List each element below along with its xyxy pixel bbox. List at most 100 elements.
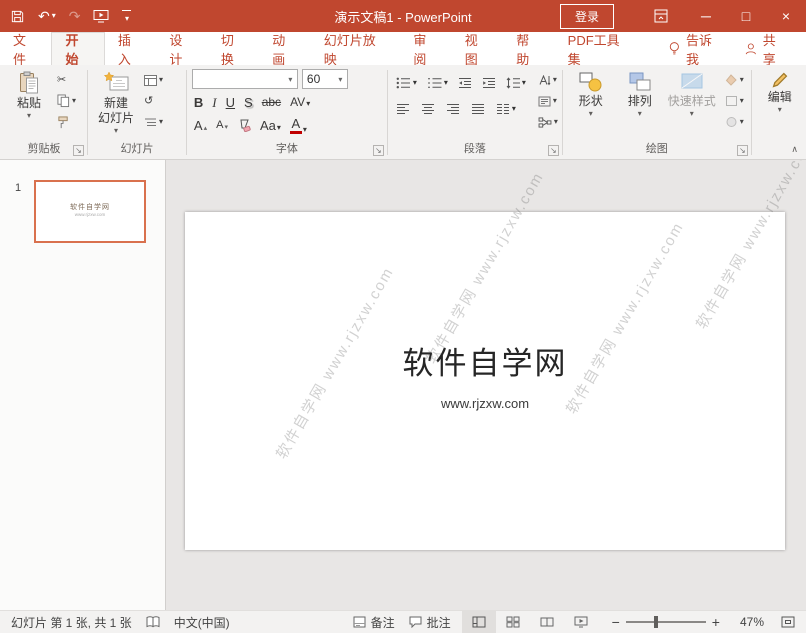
collapse-ribbon-button[interactable]: ∧ — [791, 144, 798, 155]
slide-sorter-view-button[interactable] — [496, 611, 530, 633]
decrease-font-size-button[interactable]: A ▾ — [216, 119, 228, 131]
tell-me-button[interactable]: 告诉我 — [658, 32, 734, 67]
caret-down-icon[interactable]: ▾ — [284, 75, 297, 84]
slide-counter[interactable]: 幻灯片 第 1 张, 共 1 张 — [4, 611, 139, 633]
slide-subtitle-text[interactable]: www.rjzxw.com — [185, 396, 785, 411]
align-center-button[interactable] — [418, 103, 438, 115]
shapes-icon — [579, 72, 602, 92]
tab-design[interactable]: 设计 — [156, 32, 207, 67]
text-shadow-button[interactable]: S — [244, 96, 253, 109]
minimize-button[interactable]: ─ — [686, 0, 726, 32]
font-name-select[interactable]: ▾ — [191, 69, 298, 89]
shapes-button[interactable]: 形状 ▾ — [568, 69, 614, 142]
tab-insert[interactable]: 插入 — [105, 32, 156, 67]
slide-title-text[interactable]: 软件自学网 — [185, 338, 785, 383]
decrease-indent-button[interactable] — [455, 77, 475, 89]
numbering-button[interactable]: ▾ — [424, 77, 451, 89]
align-text-button[interactable]: ▾ — [536, 93, 560, 109]
undo-button[interactable]: ↶ ▾ — [38, 9, 56, 23]
text-direction-button[interactable]: ▾ — [536, 72, 560, 88]
customize-quick-access-toolbar-button[interactable]: ▾ — [122, 9, 132, 23]
change-case-button[interactable]: Aa ▾ — [260, 119, 281, 132]
spell-check-button[interactable] — [139, 611, 167, 633]
tab-review[interactable]: 审阅 — [400, 32, 451, 67]
paste-button[interactable]: 粘贴 ▾ — [6, 69, 52, 142]
zoom-out-button[interactable]: − — [606, 614, 626, 630]
smartart-icon — [538, 116, 552, 128]
notes-button[interactable]: 备注 — [346, 611, 402, 633]
slide-1-thumbnail[interactable]: 软件自学网 www.rjzxw.com — [34, 180, 146, 243]
character-spacing-button[interactable]: AV ▾ — [290, 96, 310, 108]
align-left-button[interactable] — [393, 103, 413, 115]
slideshow-view-button[interactable] — [564, 611, 598, 633]
slide-layout-button[interactable]: ▾ — [142, 72, 165, 88]
clipboard-dialog-launcher[interactable]: ↘ — [73, 145, 84, 156]
language-indicator[interactable]: 中文(中国) — [167, 611, 237, 633]
zoom-slider-thumb[interactable] — [653, 616, 658, 628]
columns-button[interactable]: ▾ — [493, 103, 519, 115]
reading-view-button[interactable] — [530, 611, 564, 633]
cut-button[interactable]: ✂ — [55, 72, 78, 88]
line-spacing-button[interactable]: ▾ — [503, 77, 529, 89]
shape-fill-button[interactable]: ▾ — [723, 72, 746, 88]
sign-in-button[interactable]: 登录 — [559, 3, 614, 29]
align-right-button[interactable] — [443, 103, 463, 115]
editing-button[interactable]: 编辑 ▾ — [757, 69, 803, 142]
tab-view[interactable]: 视图 — [452, 32, 503, 67]
format-painter-button[interactable] — [55, 114, 78, 130]
drawing-dialog-launcher[interactable]: ↘ — [736, 145, 748, 156]
tab-home[interactable]: 开始 — [51, 32, 105, 67]
shape-outline-button[interactable]: ▾ — [723, 93, 746, 109]
font-dialog-launcher[interactable]: ↘ — [372, 145, 384, 156]
editing-label: 编辑 — [767, 90, 792, 104]
comments-button[interactable]: 批注 — [402, 611, 458, 633]
save-button[interactable] — [10, 9, 25, 24]
zoom-level[interactable]: 47% — [730, 615, 774, 629]
tab-help[interactable]: 帮助 — [503, 32, 554, 67]
tab-file[interactable]: 文件 — [0, 32, 51, 67]
redo-icon: ↷ — [68, 8, 81, 24]
tab-animations[interactable]: 动画 — [259, 32, 310, 67]
normal-view-button[interactable] — [461, 610, 496, 633]
slide-canvas[interactable]: 软件自学网 www.rjzxw.com 软件自学网 www.rjzxw.com … — [185, 160, 806, 550]
quick-access-toolbar: ↶ ▾ ↷ ▾ — [0, 9, 132, 24]
bullets-button[interactable]: ▾ — [393, 77, 420, 89]
increase-font-size-button[interactable]: A ▴ — [194, 119, 207, 132]
shape-effects-button[interactable]: ▾ — [723, 114, 746, 130]
copy-button[interactable]: ▾ — [55, 93, 78, 109]
undo-icon: ↶ — [38, 8, 50, 24]
shape-effects-icon — [726, 117, 737, 127]
increase-indent-button[interactable] — [479, 77, 499, 89]
new-slide-button[interactable]: 新建 幻灯片 ▾ — [93, 69, 139, 142]
ribbon-display-options-button[interactable] — [644, 0, 678, 32]
arrange-button[interactable]: 排列 ▾ — [617, 69, 663, 142]
section-button[interactable]: ▾ — [142, 114, 165, 130]
italic-button[interactable]: I — [212, 96, 216, 109]
clear-formatting-button[interactable] — [237, 119, 251, 132]
maximize-button[interactable]: □ — [726, 0, 766, 32]
share-button[interactable]: 共享 — [734, 32, 798, 67]
reset-slide-button[interactable]: ↺ — [142, 93, 165, 109]
quick-styles-button[interactable]: 快速样式 ▾ — [666, 69, 718, 142]
font-size-select[interactable]: 60 ▾ — [301, 69, 348, 89]
watermark-text: 软件自学网 www.rjzxw.com — [563, 218, 688, 418]
underline-button[interactable]: U — [226, 96, 235, 109]
paragraph-dialog-launcher[interactable]: ↘ — [547, 145, 559, 156]
tab-pdf-tools[interactable]: PDF工具集 — [555, 32, 645, 67]
tab-transitions[interactable]: 切换 — [208, 32, 259, 67]
start-slideshow-from-beginning-button[interactable] — [93, 9, 109, 23]
redo-button[interactable]: ↷ — [69, 9, 81, 23]
share-label: 共享 — [762, 32, 776, 67]
font-color-button[interactable]: A ▾ — [289, 117, 307, 134]
zoom-in-button[interactable]: + — [706, 614, 726, 630]
tab-slideshow[interactable]: 幻灯片放映 — [311, 32, 401, 67]
convert-to-smartart-button[interactable]: ▾ — [536, 114, 560, 130]
caret-down-icon[interactable]: ▾ — [334, 75, 347, 84]
bold-button[interactable]: B — [194, 96, 203, 109]
strikethrough-button[interactable]: abc — [262, 96, 281, 108]
titlebar: ↶ ▾ ↷ ▾ 演示文稿1 - PowerPoint 登录 ─ □ × — [0, 0, 806, 32]
close-button[interactable]: × — [766, 0, 806, 32]
justify-button[interactable] — [468, 103, 488, 115]
zoom-slider[interactable] — [625, 616, 706, 628]
fit-slide-to-window-button[interactable] — [774, 611, 802, 633]
